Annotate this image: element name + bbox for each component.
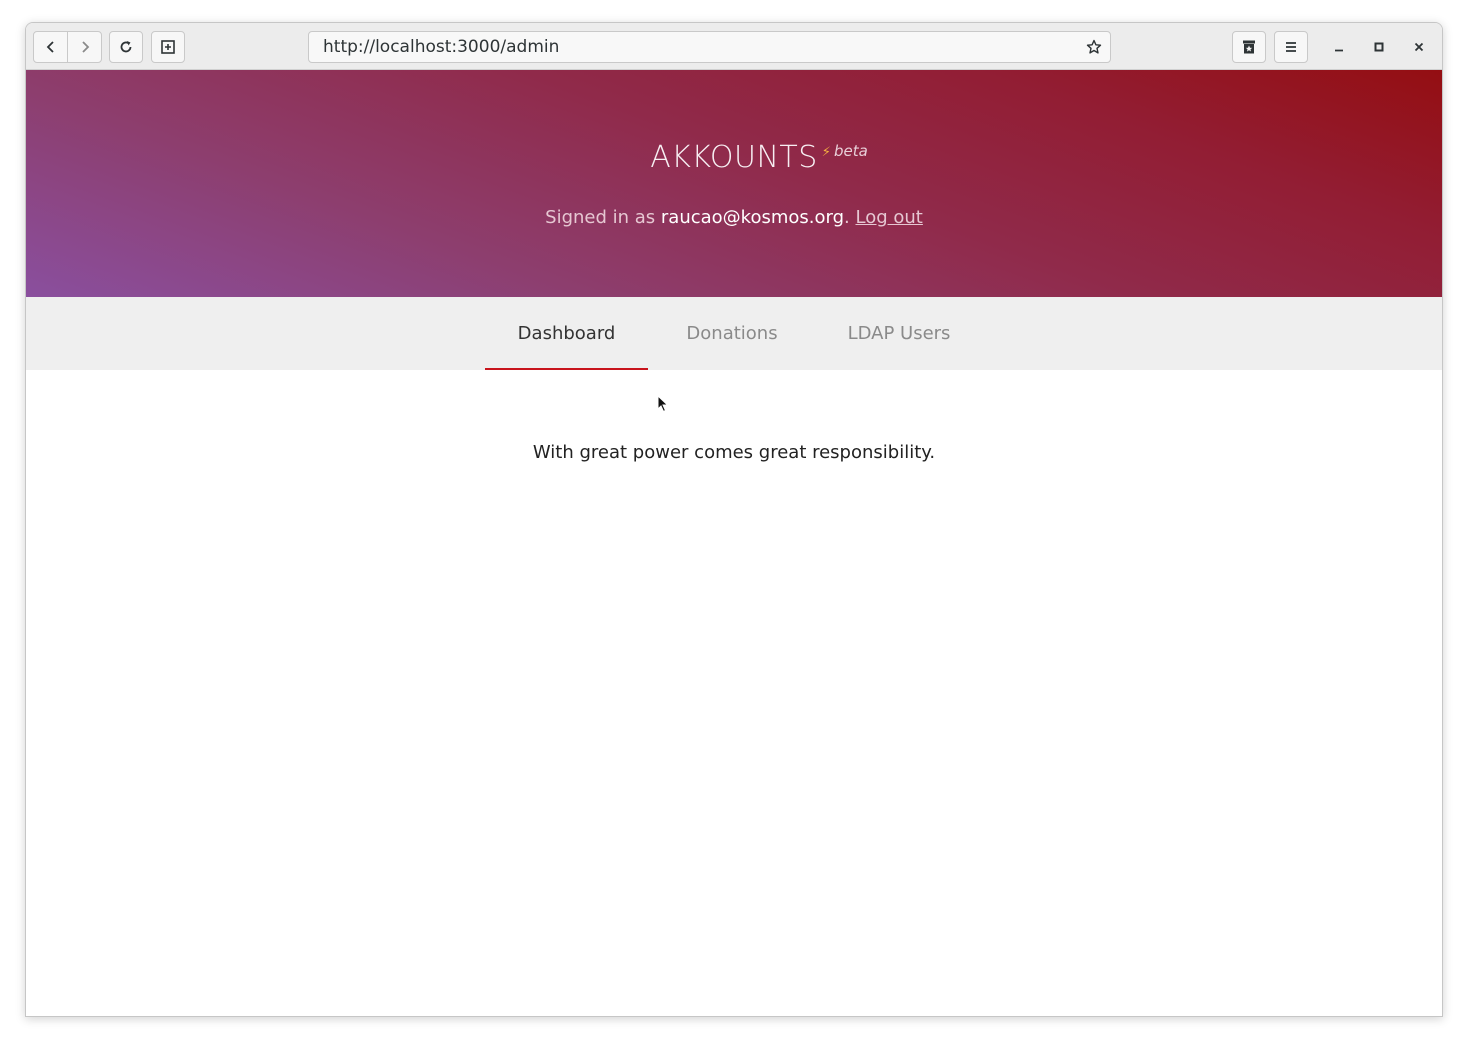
beta-label: beta: [833, 142, 868, 160]
admin-tabs: Dashboard Donations LDAP Users: [26, 297, 1442, 370]
star-icon: [1086, 39, 1102, 54]
brand: AKKOUNTS ⚡ beta: [26, 140, 1442, 175]
close-button[interactable]: [1405, 33, 1433, 61]
new-tab-button[interactable]: [151, 31, 185, 63]
user-email: raucao@kosmos.org: [660, 207, 845, 228]
new-tab-icon: [161, 40, 175, 54]
url-text[interactable]: http://localhost:3000/admin: [323, 37, 1078, 57]
beta-badge: ⚡ beta: [822, 142, 868, 160]
signed-in-status: Signed in as raucao@kosmos.org. Log out: [26, 207, 1442, 228]
maximize-icon: [1374, 42, 1384, 52]
signed-in-prefix: Signed in as: [545, 207, 656, 228]
address-bar[interactable]: http://localhost:3000/admin: [308, 31, 1111, 63]
main-menu-button[interactable]: [1274, 31, 1308, 63]
signed-in-separator: .: [844, 207, 850, 228]
dashboard-tagline: With great power comes great responsibil…: [532, 442, 936, 463]
mouse-cursor-icon: [657, 395, 669, 413]
back-icon: [46, 41, 54, 53]
dashboard-content: With great power comes great responsibil…: [26, 370, 1442, 463]
bookmarks-icon: [1243, 40, 1255, 54]
hamburger-menu-icon: [1286, 42, 1296, 52]
bookmark-star-button[interactable]: [1078, 32, 1110, 62]
forward-icon: [81, 41, 89, 53]
minimize-button[interactable]: [1325, 33, 1353, 61]
maximize-button[interactable]: [1365, 33, 1393, 61]
tab-dashboard[interactable]: Dashboard: [485, 297, 648, 370]
reload-icon: [120, 41, 132, 53]
page-content: AKKOUNTS ⚡ beta Signed in as raucao@kosmo…: [26, 70, 1442, 1016]
app-header: AKKOUNTS ⚡ beta Signed in as raucao@kosmo…: [26, 70, 1442, 297]
lightning-icon: ⚡: [821, 145, 831, 160]
close-icon: [1414, 42, 1424, 52]
app-title[interactable]: AKKOUNTS: [650, 140, 818, 175]
minimize-icon: [1335, 49, 1343, 52]
browser-toolbar: http://localhost:3000/admin: [26, 23, 1442, 70]
browser-window: http://localhost:3000/admin AKKOUNTS ⚡ b…: [25, 22, 1443, 1017]
tab-ldap-users[interactable]: LDAP Users: [816, 297, 982, 370]
bookmarks-button[interactable]: [1232, 31, 1266, 63]
back-button[interactable]: [33, 31, 68, 63]
reload-button[interactable]: [109, 31, 143, 63]
forward-button[interactable]: [67, 31, 102, 63]
tab-donations[interactable]: Donations: [648, 297, 816, 370]
logout-link[interactable]: Log out: [856, 207, 923, 228]
